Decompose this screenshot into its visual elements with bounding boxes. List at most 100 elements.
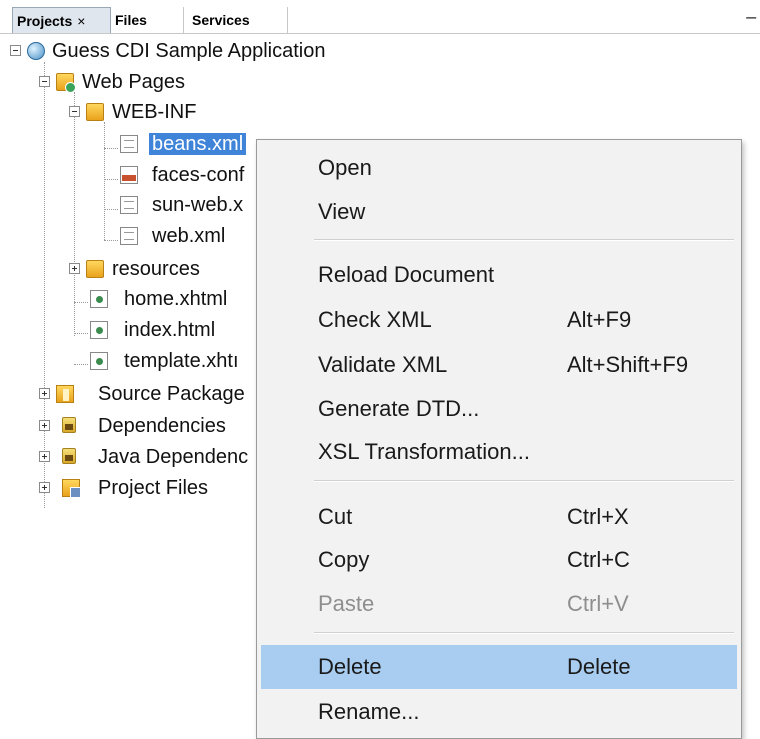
tree-node-label: faces-conf (152, 164, 245, 186)
tree-node-label: resources (112, 258, 200, 280)
tree-guide (104, 179, 118, 180)
menu-item-copy[interactable]: Copy Ctrl+C (261, 538, 737, 582)
expand-icon[interactable] (39, 420, 50, 431)
tree-node-source-packages[interactable]: Source Package (98, 380, 245, 408)
web-folder-icon (56, 73, 76, 93)
source-packages-icon (56, 385, 74, 403)
tab-projects-label: Projects (17, 13, 73, 29)
menu-item-view[interactable]: View (261, 190, 737, 234)
tree-node-sun-web-xml[interactable]: sun-web.x (152, 191, 243, 219)
folder-icon (86, 260, 104, 278)
tree-node-home-xhtml[interactable]: home.xhtml (124, 285, 227, 313)
expand-icon[interactable] (39, 388, 50, 399)
tree-guide (104, 122, 105, 240)
menu-item-label: Reload Document (318, 262, 495, 287)
menu-item-reload-document[interactable]: Reload Document (261, 253, 737, 297)
xhtml-file-icon (90, 290, 108, 308)
menu-item-shortcut: Alt+F9 (567, 307, 632, 332)
tree-node-web-xml[interactable]: web.xml (152, 222, 225, 250)
tree-node-resources[interactable]: resources (112, 255, 200, 283)
menu-item-label: Check XML (318, 307, 432, 332)
menu-item-delete[interactable]: Delete Delete (261, 645, 737, 689)
folder-icon (86, 103, 104, 121)
menu-item-label: Copy (318, 547, 370, 572)
menu-item-label: Cut (318, 504, 353, 529)
tree-guide (74, 92, 75, 336)
tree-node-root[interactable]: Guess CDI Sample Application (52, 37, 325, 65)
tree-node-index-html[interactable]: index.html (124, 316, 215, 344)
menu-separator (314, 632, 734, 634)
tree-node-java-dependencies[interactable]: Java Dependenc (98, 443, 248, 471)
xml-file-icon (120, 135, 138, 153)
tree-guide (104, 240, 118, 241)
menu-item-cut[interactable]: Cut Ctrl+X (261, 495, 737, 539)
menu-item-generate-dtd[interactable]: Generate DTD... (261, 387, 737, 431)
collapse-icon[interactable] (39, 76, 50, 87)
tree-guide (44, 62, 45, 508)
menu-item-label: Generate DTD... (318, 396, 480, 421)
jar-library-icon (62, 417, 76, 433)
close-icon[interactable]: × (77, 13, 85, 29)
tree-node-project-files[interactable]: Project Files (98, 474, 208, 502)
menu-item-paste: Paste Ctrl+V (261, 582, 737, 626)
tree-node-label: Guess CDI Sample Application (52, 40, 326, 62)
tree-node-web-inf[interactable]: WEB-INF (112, 98, 196, 126)
menu-item-xsl-transformation[interactable]: XSL Transformation... (261, 430, 737, 474)
xml-file-icon (120, 227, 138, 245)
menu-item-shortcut: Ctrl+V (567, 591, 629, 616)
tree-guide (104, 209, 118, 210)
menu-item-label: Open (318, 155, 372, 180)
menu-item-shortcut: Delete (567, 654, 631, 679)
tree-node-label: index.html (124, 319, 216, 341)
tree-node-web-pages[interactable]: Web Pages (82, 68, 185, 96)
expand-icon[interactable] (39, 451, 50, 462)
tree-node-label: Java Dependenc (98, 446, 249, 468)
html-file-icon (90, 321, 108, 339)
tree-node-label: web.xml (152, 225, 226, 247)
tab-services[interactable]: Services (184, 7, 288, 33)
tab-services-label: Services (192, 12, 250, 28)
tree-node-faces-config[interactable]: faces-conf (152, 161, 244, 189)
tree-node-label-selected: beans.xml (149, 133, 247, 155)
minimize-icon[interactable]: − (745, 8, 758, 27)
tree-guide (74, 364, 88, 365)
menu-item-label: View (318, 199, 366, 224)
tree-guide (74, 302, 88, 303)
menu-item-shortcut: Alt+Shift+F9 (567, 352, 689, 377)
menu-item-validate-xml[interactable]: Validate XML Alt+Shift+F9 (261, 343, 737, 387)
tree-node-label: sun-web.x (152, 194, 244, 216)
collapse-icon[interactable] (69, 106, 80, 117)
menu-item-label: Rename... (318, 699, 420, 724)
expand-icon[interactable] (39, 482, 50, 493)
tree-node-label: home.xhtml (124, 288, 228, 310)
tree-node-template-xhtml[interactable]: template.xhtı (124, 347, 239, 375)
web-project-icon (27, 42, 45, 60)
collapse-icon[interactable] (10, 45, 21, 56)
tab-strip: Projects × Files Services − (0, 0, 760, 34)
menu-separator (314, 480, 734, 482)
tree-node-label: Project Files (98, 477, 209, 499)
menu-item-shortcut: Ctrl+C (567, 547, 630, 572)
tab-files[interactable]: Files (111, 7, 184, 33)
tree-node-label: Web Pages (82, 71, 186, 93)
tree-node-label: template.xhtı (124, 350, 239, 372)
menu-item-label: Delete (318, 654, 382, 679)
jsf-file-icon (120, 166, 138, 184)
tree-node-label: Source Package (98, 383, 245, 405)
tree-node-label: Dependencies (98, 415, 226, 437)
tree-node-dependencies[interactable]: Dependencies (98, 412, 226, 440)
menu-item-open[interactable]: Open (261, 146, 737, 190)
jar-library-icon (62, 448, 76, 464)
menu-item-label: Validate XML (318, 352, 448, 377)
tree-guide (104, 148, 118, 149)
project-files-icon (62, 479, 81, 498)
tree-node-beans-xml[interactable]: beans.xml (149, 130, 247, 158)
xml-file-icon (120, 196, 138, 214)
tab-projects[interactable]: Projects × (12, 7, 111, 33)
xhtml-file-icon (90, 352, 108, 370)
menu-separator (314, 239, 734, 241)
expand-icon[interactable] (69, 263, 80, 274)
menu-item-label: Paste (318, 591, 375, 616)
menu-item-rename[interactable]: Rename... (261, 690, 737, 734)
menu-item-check-xml[interactable]: Check XML Alt+F9 (261, 298, 737, 342)
